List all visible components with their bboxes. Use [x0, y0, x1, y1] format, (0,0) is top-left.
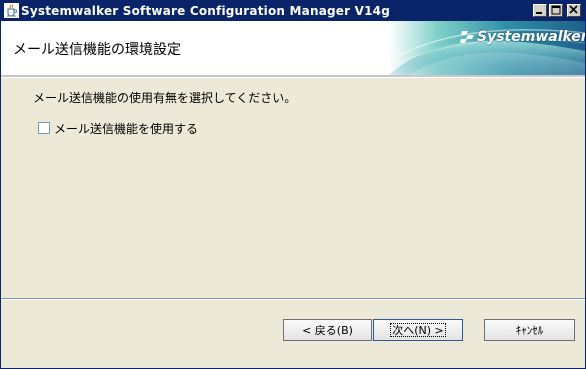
- footer-divider-highlight: [1, 299, 585, 300]
- use-mail-checkbox[interactable]: [38, 122, 50, 134]
- wizard-window: Systemwalker Software Configuration Mana…: [0, 0, 586, 369]
- use-mail-option[interactable]: メール送信機能を使用する: [38, 120, 198, 136]
- maximize-button[interactable]: [549, 4, 563, 17]
- systemwalker-logo-icon: [460, 31, 474, 43]
- brand-logo-text: Systemwalker: [477, 29, 585, 45]
- close-icon: [569, 5, 578, 14]
- next-button[interactable]: 次へ(N) >: [373, 319, 463, 341]
- focus-indicator: [390, 323, 446, 337]
- minimize-button[interactable]: [533, 4, 547, 17]
- wizard-content: メール送信機能の使用有無を選択してください。 メール送信機能を使用する: [1, 78, 585, 298]
- back-button[interactable]: < 戻る(B): [283, 319, 372, 341]
- instruction-text: メール送信機能の使用有無を選択してください。: [33, 91, 297, 105]
- cancel-button-label: ｷｬﾝｾﾙ: [515, 324, 544, 337]
- back-button-label: < 戻る(B): [302, 324, 353, 337]
- minimize-icon: [536, 12, 542, 14]
- wizard-header: メール送信機能の環境設定 Systemwalker: [1, 21, 585, 75]
- window-title: Systemwalker Software Configuration Mana…: [21, 4, 391, 18]
- cancel-button[interactable]: ｷｬﾝｾﾙ: [484, 319, 575, 341]
- java-cup-icon: [4, 3, 19, 18]
- maximize-icon: [551, 5, 561, 15]
- title-bar[interactable]: Systemwalker Software Configuration Mana…: [1, 1, 585, 21]
- page-title: メール送信機能の環境設定: [13, 42, 181, 58]
- close-button[interactable]: [567, 4, 581, 17]
- use-mail-checkbox-label[interactable]: メール送信機能を使用する: [54, 120, 198, 137]
- brand-banner: Systemwalker: [389, 21, 585, 75]
